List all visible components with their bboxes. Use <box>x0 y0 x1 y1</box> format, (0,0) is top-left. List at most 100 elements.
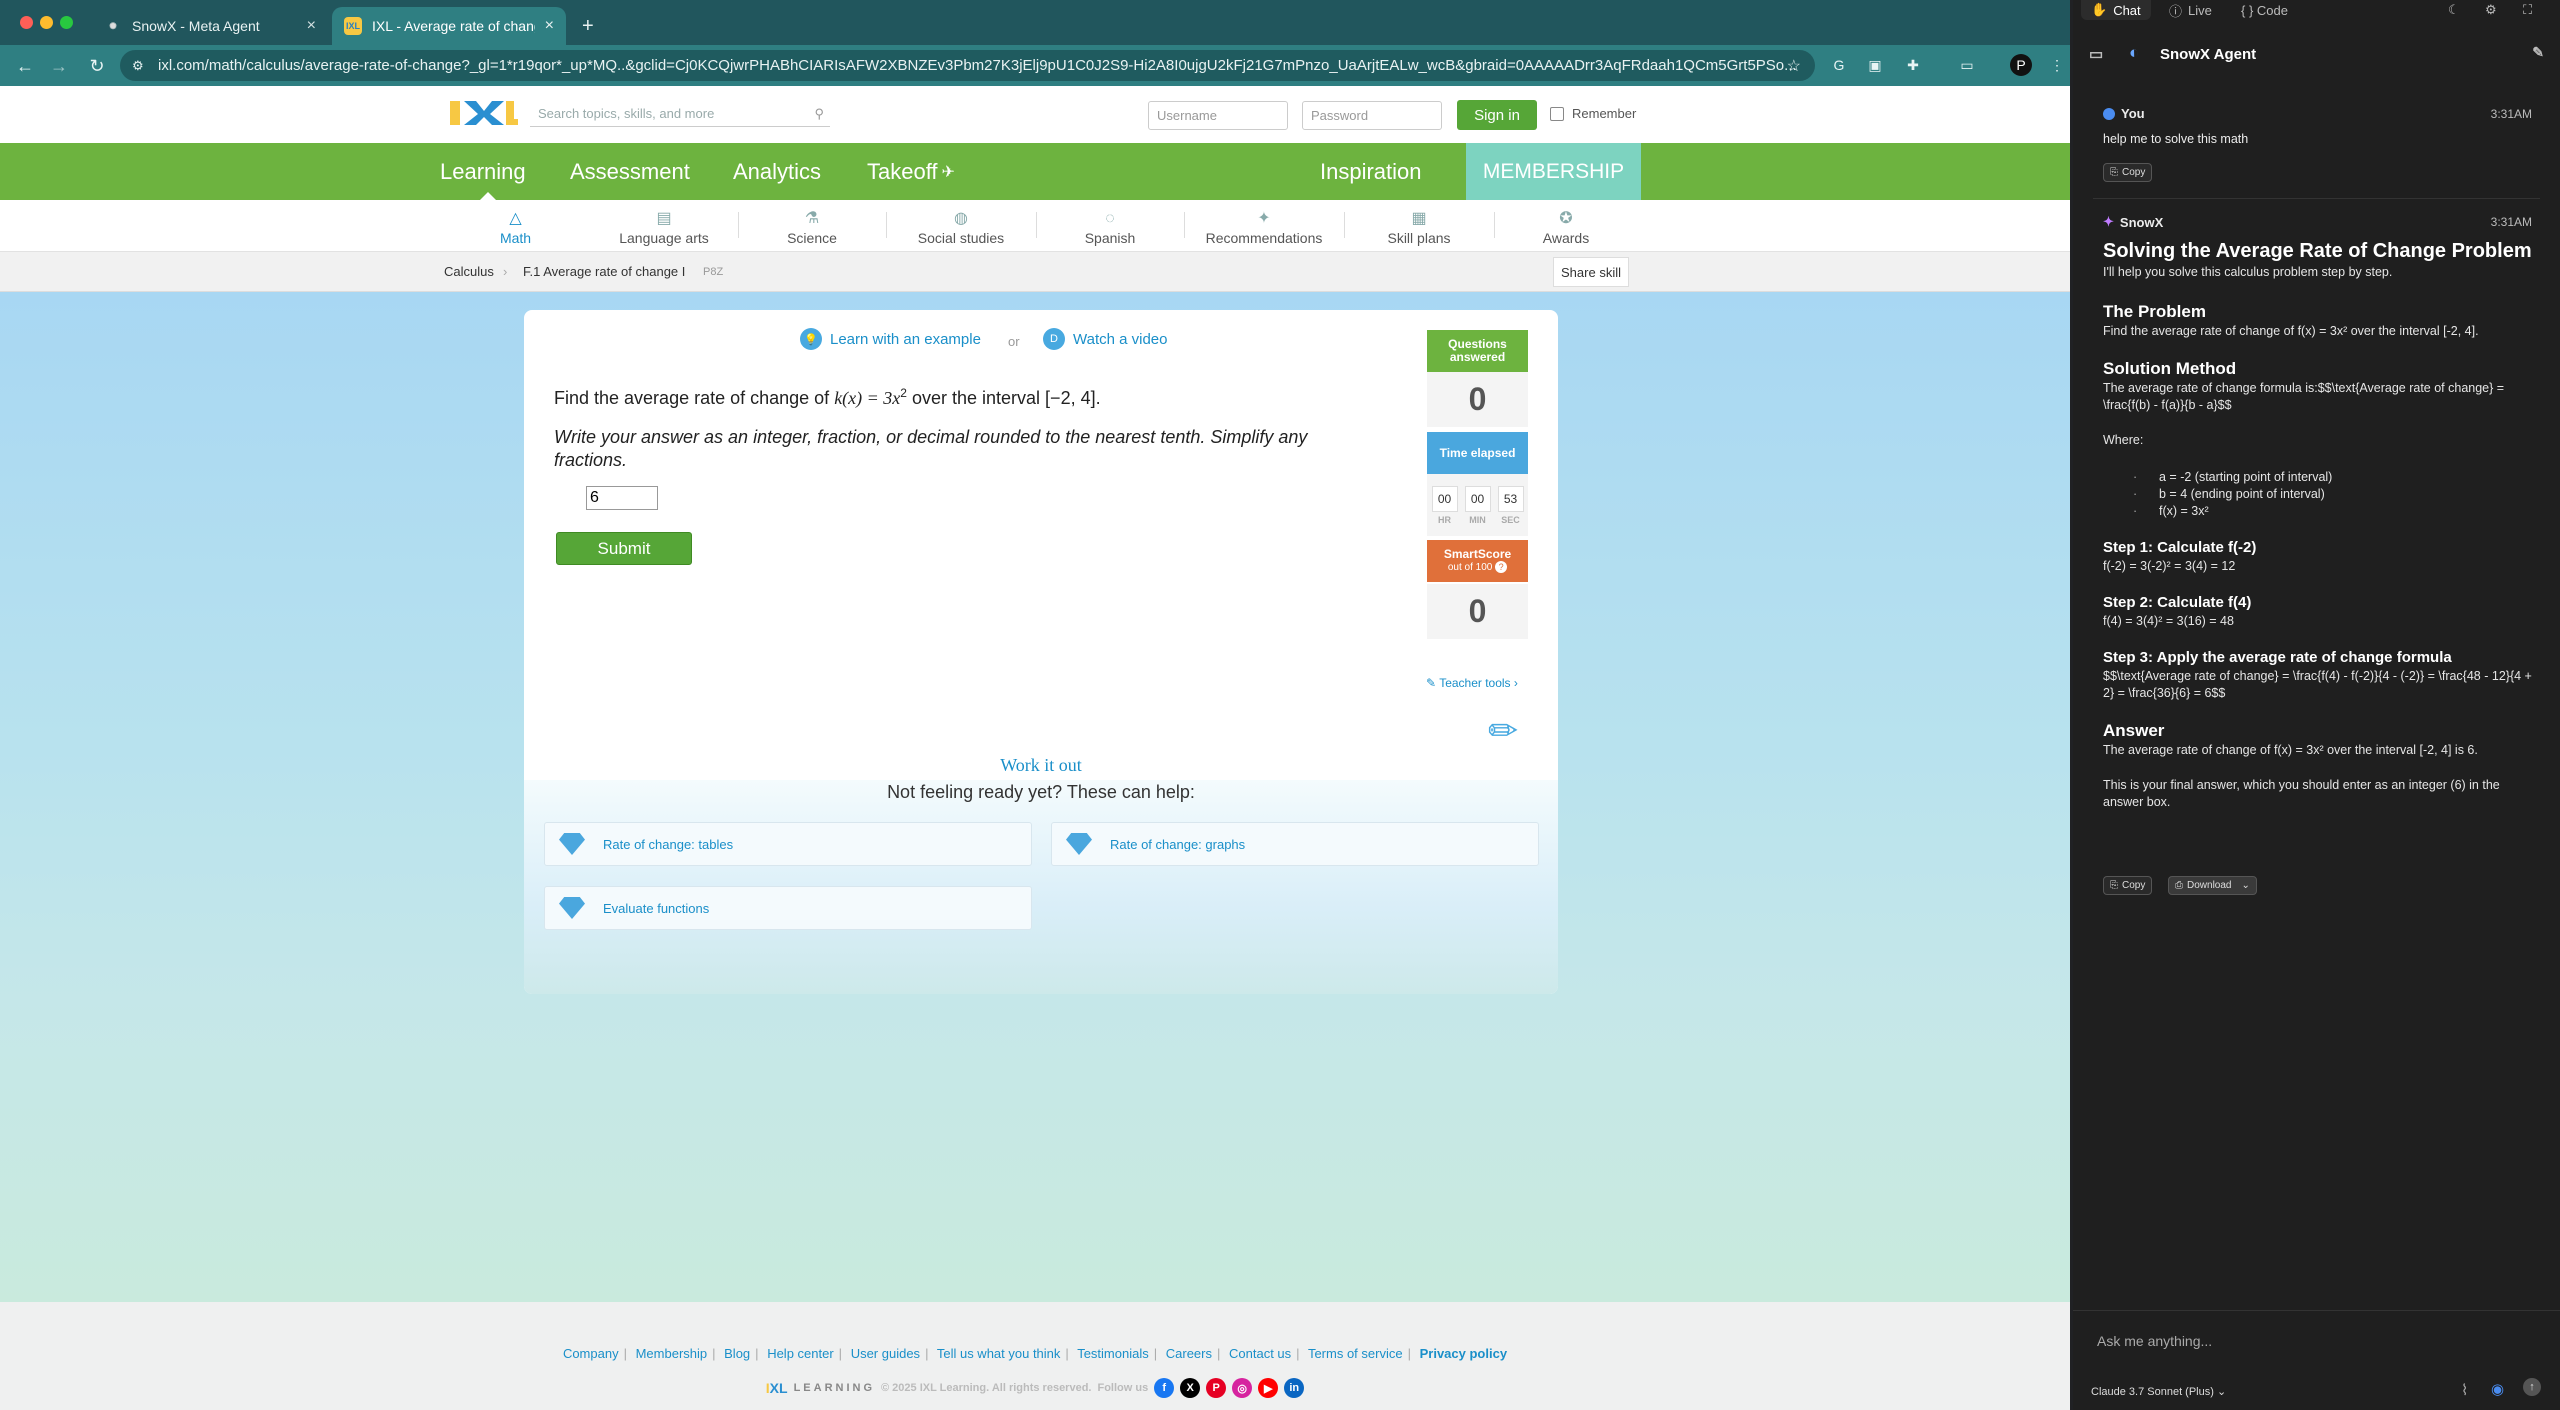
footer-link[interactable]: Help center <box>767 1346 833 1361</box>
subject-language-arts[interactable]: ▤ Language arts <box>592 200 736 252</box>
or-text: or <box>1008 334 1020 349</box>
nav-assessment[interactable]: Assessment <box>570 143 690 200</box>
search-icon[interactable]: ⚲ <box>814 106 824 122</box>
sign-in-button[interactable]: Sign in <box>1457 100 1537 130</box>
bookmark-star-icon[interactable]: ☆ <box>1787 56 1801 76</box>
submit-button[interactable]: Submit <box>556 532 692 565</box>
password-field[interactable]: Password <box>1302 101 1442 130</box>
subject-spanish[interactable]: ◌ Spanish <box>1038 200 1182 252</box>
tab-chat[interactable]: ✋ Chat <box>2081 0 2151 20</box>
close-window-button[interactable] <box>20 16 33 29</box>
skill-evaluate-functions[interactable]: Evaluate functions <box>544 886 1032 930</box>
footer-link[interactable]: Contact us <box>1229 1346 1291 1361</box>
back-icon[interactable]: ← <box>12 53 38 79</box>
breadcrumb-calculus[interactable]: Calculus <box>444 264 494 279</box>
extension-icon[interactable]: ▣ <box>1864 54 1886 76</box>
ixl-footer-logo[interactable]: IXL <box>766 1380 788 1396</box>
new-chat-icon[interactable]: ✎ <box>2532 44 2544 61</box>
footer-link[interactable]: Membership <box>636 1346 708 1361</box>
seconds-value: 53 <box>1497 485 1524 512</box>
subject-label: Recommendations <box>1205 230 1323 246</box>
help-question-icon[interactable]: ? <box>1495 561 1508 573</box>
diamond-icon <box>559 897 585 919</box>
footer-link[interactable]: User guides <box>851 1346 920 1361</box>
maximize-window-button[interactable] <box>60 16 73 29</box>
model-selector[interactable]: Claude 3.7 Sonnet (Plus) ⌄ <box>2091 1385 2226 1398</box>
close-tab-icon[interactable]: × <box>307 17 316 35</box>
google-extension-icon[interactable]: G <box>1828 54 1850 76</box>
profile-avatar-icon[interactable]: P <box>2010 54 2032 76</box>
dark-mode-icon[interactable]: ☾ <box>2448 0 2460 20</box>
nav-inspiration[interactable]: Inspiration <box>1320 143 1422 200</box>
close-tab-icon[interactable]: × <box>545 17 554 35</box>
facebook-icon[interactable]: f <box>1154 1378 1175 1398</box>
forward-icon[interactable]: → <box>46 53 72 79</box>
nav-analytics[interactable]: Analytics <box>733 143 821 200</box>
problem-heading: The Problem <box>2103 302 2206 321</box>
username-placeholder: Username <box>1157 108 1217 123</box>
settings-icon[interactable]: ⚙ <box>2485 0 2497 20</box>
site-info-icon[interactable]: ⚙ <box>132 58 144 74</box>
new-tab-button[interactable]: + <box>570 7 606 45</box>
subject-math[interactable]: △ Math <box>441 200 590 252</box>
sidebar-toggle-icon[interactable]: ▭ <box>1956 54 1978 76</box>
sidebar-toggle-icon[interactable]: ▭ <box>2089 45 2103 63</box>
send-icon[interactable]: ↑ <box>2523 1378 2541 1396</box>
download-button[interactable]: ⎙ Download ⌄ <box>2168 876 2257 895</box>
username-field[interactable]: Username <box>1148 101 1288 130</box>
watch-video-link[interactable]: D Watch a video <box>1043 328 1168 350</box>
skill-rate-of-change-tables[interactable]: Rate of change: tables <box>544 822 1032 866</box>
address-bar[interactable]: ⚙ ixl.com/math/calculus/average-rate-of-… <box>120 50 1815 81</box>
subject-social-studies[interactable]: ◍ Social studies <box>888 200 1034 252</box>
attach-icon[interactable]: ⌇ <box>2461 1381 2468 1399</box>
nav-membership[interactable]: MEMBERSHIP <box>1466 143 1641 200</box>
ixl-favicon-icon: IXL <box>344 17 362 35</box>
nav-takeoff[interactable]: Takeoff ✈ <box>867 143 955 200</box>
puzzle-extensions-icon[interactable]: ✚ <box>1902 54 1924 76</box>
subject-recommendations[interactable]: ✦ Recommendations <box>1186 200 1342 252</box>
browser-tab-ixl[interactable]: IXL IXL - Average rate of change × <box>332 7 566 45</box>
footer-link[interactable]: Tell us what you think <box>937 1346 1061 1361</box>
copy-response-button[interactable]: ⎘ Copy <box>2103 876 2153 895</box>
chat-input[interactable]: Ask me anything... <box>2073 1310 2560 1370</box>
share-skill-button[interactable]: Share skill <box>1553 257 1629 287</box>
pinterest-icon[interactable]: P <box>1206 1378 1227 1398</box>
footer-link[interactable]: Privacy policy <box>1420 1346 1507 1361</box>
answer-input[interactable] <box>586 486 658 510</box>
copy-icon: ⎘ <box>2110 880 2118 891</box>
search-input[interactable]: Search topics, skills, and more ⚲ <box>530 101 830 127</box>
browser-tab-snowx[interactable]: ✺ SnowX - Meta Agent × <box>92 7 328 45</box>
where-item: f(x) = 3x² <box>2133 503 2538 520</box>
learn-with-example-link[interactable]: 💡 Learn with an example <box>800 328 981 350</box>
footer-link[interactable]: Blog <box>724 1346 750 1361</box>
ixl-logo[interactable] <box>450 99 518 127</box>
youtube-icon[interactable]: ▶ <box>1258 1378 1279 1398</box>
remember-checkbox[interactable]: Remember <box>1550 106 1636 121</box>
hours-label: HR <box>1438 514 1451 525</box>
tab-live[interactable]: ⓘ Live <box>2169 0 2212 20</box>
tab-code[interactable]: { } Code <box>2241 0 2288 20</box>
linkedin-icon[interactable]: in <box>1284 1378 1305 1398</box>
subject-skill-plans[interactable]: ▦ Skill plans <box>1346 200 1492 252</box>
checkbox-box[interactable] <box>1550 106 1564 121</box>
footer-link[interactable]: Terms of service <box>1308 1346 1403 1361</box>
expand-icon[interactable]: ⛶ <box>2523 0 2532 20</box>
footer-link[interactable]: Testimonials <box>1077 1346 1149 1361</box>
subject-science[interactable]: ⚗ Science <box>740 200 884 252</box>
visibility-icon[interactable]: ◉ <box>2491 1380 2504 1398</box>
chevron-down-icon[interactable]: ⌄ <box>2241 880 2249 891</box>
browser-toolbar: ← → ↻ ⚙ ixl.com/math/calculus/average-ra… <box>0 45 2070 86</box>
remember-label: Remember <box>1572 106 1637 121</box>
minimize-window-button[interactable] <box>40 16 53 29</box>
instagram-icon[interactable]: ◎ <box>1232 1378 1253 1398</box>
x-icon[interactable]: X <box>1180 1378 1201 1398</box>
copy-user-message-button[interactable]: ⎘ Copy <box>2103 163 2153 182</box>
browser-menu-icon[interactable]: ⋮ <box>2046 54 2068 76</box>
teacher-tools-link[interactable]: ✎ Teacher tools › <box>1426 676 1518 690</box>
skill-rate-of-change-graphs[interactable]: Rate of change: graphs <box>1051 822 1539 866</box>
reload-icon[interactable]: ↻ <box>84 53 110 79</box>
footer-link[interactable]: Careers <box>1166 1346 1212 1361</box>
pencil-icon[interactable]: ✏ <box>1488 710 1518 752</box>
subject-awards[interactable]: ✪ Awards <box>1496 200 1636 252</box>
footer-link[interactable]: Company <box>563 1346 619 1361</box>
